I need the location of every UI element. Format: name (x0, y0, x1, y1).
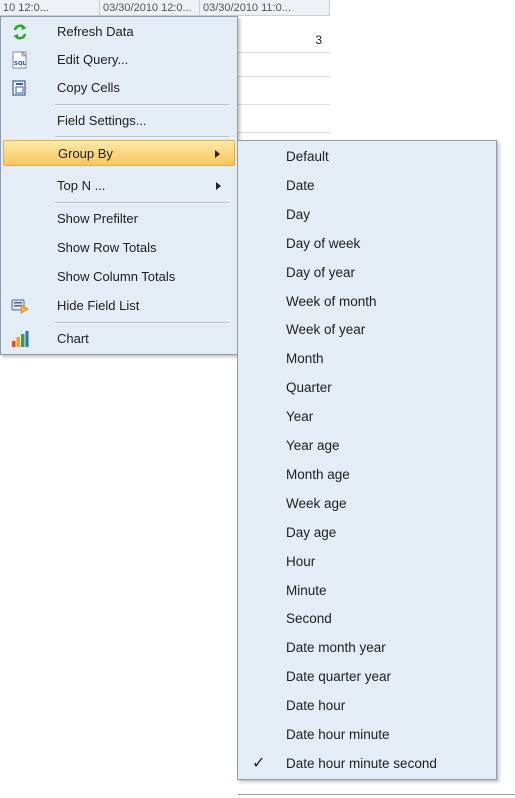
group-by-option-label: Year age (286, 438, 340, 453)
sql-icon: SQL (12, 51, 27, 69)
menu-separator (55, 104, 229, 106)
context-menu: Refresh Data SQL Edit Query... Copy Cell… (0, 16, 238, 355)
group-by-option[interactable]: Date hour (240, 693, 494, 719)
group-by-option-label: Month age (286, 466, 350, 482)
group-by-option-label: Day (286, 206, 311, 222)
group-by-option-label: Date quarter year (286, 669, 392, 685)
menu-separator (55, 136, 229, 138)
menu-item-edit-query[interactable]: SQL Edit Query... (3, 47, 235, 73)
group-by-option[interactable]: Date hour minute (240, 722, 494, 748)
group-by-submenu: Default Date Day Day of week Day of year Week… (237, 140, 497, 780)
menu-item-label: Group By (58, 146, 113, 161)
group-by-option-label: Week of year (286, 322, 366, 338)
group-by-option[interactable]: Month age (240, 462, 494, 488)
group-by-option-label: Day age (286, 524, 337, 540)
group-by-option[interactable]: Quarter (240, 375, 494, 401)
menu-separator (55, 202, 229, 204)
menu-item-label: Show Row Totals (57, 240, 157, 255)
group-by-option-label: Day of week (286, 235, 361, 251)
group-by-option[interactable]: Second (240, 606, 494, 632)
menu-item-label: Show Column Totals (57, 269, 176, 284)
refresh-icon (13, 24, 27, 40)
group-by-option[interactable]: Year (240, 404, 494, 430)
menu-item-label: Top N ... (57, 178, 106, 193)
group-by-option[interactable]: Date month year (240, 635, 494, 661)
column-header[interactable]: 03/30/2010 11:0... (200, 0, 330, 16)
group-by-option[interactable]: Date (240, 173, 494, 199)
menu-item-field-settings[interactable]: Field Settings... (3, 108, 235, 134)
menu-item-label: Hide Field List (57, 298, 140, 313)
group-by-option-label: Day of year (286, 264, 356, 280)
group-by-option[interactable]: Week of month (240, 289, 494, 315)
chart-icon (12, 331, 29, 347)
divider (238, 794, 515, 795)
group-by-option[interactable]: Day age (240, 520, 494, 546)
menu-separator (55, 322, 229, 324)
group-by-option-label: Date (286, 177, 315, 193)
field-list-icon (11, 299, 29, 314)
group-by-option[interactable]: Week of year (240, 317, 494, 343)
menu-item-show-column-totals[interactable]: Show Column Totals (3, 264, 235, 290)
checkmark-icon: ✓ (252, 754, 266, 772)
group-by-option-label: Hour (286, 553, 316, 569)
menu-item-label: Copy Cells (57, 80, 120, 95)
group-by-option-label: Date hour minute second (286, 755, 437, 771)
group-by-option-label: Week age (286, 495, 347, 511)
group-by-option-label: Date month year (286, 640, 386, 656)
menu-item-top-n[interactable]: Top N ... (3, 173, 235, 199)
menu-item-label: Refresh Data (57, 24, 134, 39)
group-by-option[interactable]: Minute (240, 578, 494, 604)
group-by-option[interactable]: Default (240, 144, 494, 170)
svg-text:SQL: SQL (14, 61, 27, 67)
group-by-option[interactable]: Year age (240, 433, 494, 459)
group-by-option[interactable]: Week age (240, 491, 494, 517)
group-by-option-label: Second (286, 611, 332, 627)
group-by-option[interactable]: Day (240, 202, 494, 228)
menu-item-label: Edit Query... (57, 52, 129, 67)
column-header[interactable]: 10 12:0... (0, 0, 100, 16)
menu-item-hide-field-list[interactable]: Hide Field List (3, 293, 235, 319)
menu-item-label: Show Prefilter (57, 211, 138, 226)
group-by-option-label: Date hour (286, 698, 346, 714)
group-by-option[interactable]: Hour (240, 549, 494, 575)
group-by-option[interactable]: Date quarter year (240, 664, 494, 690)
group-by-option[interactable]: Day of week (240, 231, 494, 257)
group-by-option-label: Default (286, 149, 329, 164)
menu-item-label: Chart (57, 331, 89, 346)
submenu-arrow-icon (216, 182, 221, 190)
group-by-option-label: Week of month (286, 293, 377, 309)
group-by-option-label: Date hour minute (286, 727, 390, 742)
table-cell: 3 (315, 33, 322, 47)
group-by-option-label: Year (286, 409, 314, 425)
menu-item-refresh-data[interactable]: Refresh Data (3, 19, 235, 45)
menu-item-group-by[interactable]: Group By (3, 140, 235, 166)
group-by-option-label: Quarter (286, 380, 332, 396)
menu-item-show-row-totals[interactable]: Show Row Totals (3, 235, 235, 261)
group-by-option-label: Month (286, 351, 324, 367)
menu-item-copy-cells[interactable]: Copy Cells (3, 75, 235, 101)
group-by-option[interactable]: Month (240, 346, 494, 372)
submenu-arrow-icon (215, 150, 220, 158)
group-by-option[interactable]: Day of year (240, 260, 494, 286)
menu-item-chart[interactable]: Chart (3, 326, 235, 352)
group-by-option-label: Minute (286, 582, 327, 598)
column-header[interactable]: 03/30/2010 12:0... (100, 0, 200, 16)
menu-item-label: Field Settings... (57, 113, 147, 128)
group-by-option[interactable]: ✓ Date hour minute second (240, 751, 494, 777)
copy-icon (12, 80, 26, 96)
menu-item-show-prefilter[interactable]: Show Prefilter (3, 206, 235, 232)
